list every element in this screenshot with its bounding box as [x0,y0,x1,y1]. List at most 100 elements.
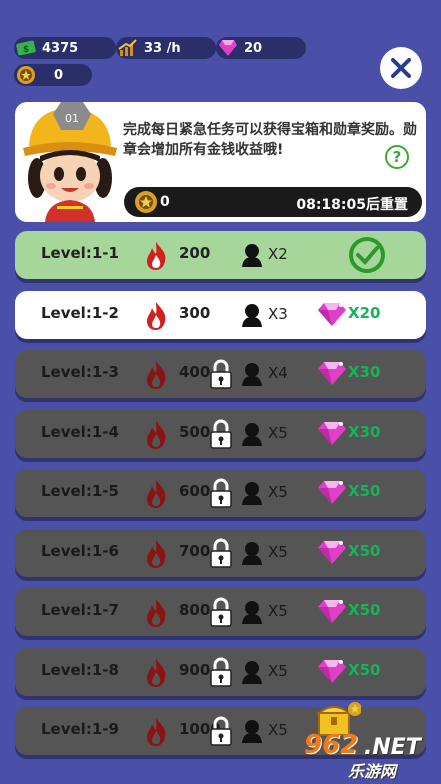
gem-icon [317,301,347,331]
income-counter: 33 /h [116,37,216,59]
level-multiplier: X5 [268,483,288,501]
level-multiplier: X5 [268,721,288,739]
level-multiplier: X5 [268,542,288,561]
person-icon [241,362,263,390]
level-row: Level:1-5 600 X5 X50 [15,469,426,517]
person-icon [241,303,263,331]
lock-icon [209,359,233,393]
person-icon [241,541,263,569]
level-multiplier: X5 [268,602,288,620]
lock-icon [209,597,233,631]
gem-icon [218,38,238,58]
medal-count: 0 [160,194,170,210]
level-row: Level:1-6 700 X5 X50 [15,528,426,577]
level-reward: X30 [348,422,381,441]
level-label: Level:1-2 [41,303,119,322]
gem-icon [317,420,347,450]
level-cost: 900 [179,660,211,679]
close-icon [391,58,411,78]
watermark-suffix: .NET [364,735,421,760]
gem-icon [317,598,347,628]
reset-countdown: 08:18:05后重置 [296,197,408,213]
level-cost: 500 [179,422,211,441]
medal-value: 0 [54,67,64,83]
flame-icon [143,301,169,335]
person-icon [241,481,263,509]
level-reward: X50 [348,660,381,679]
person-icon [241,660,263,688]
level-reward: X50 [348,601,381,619]
income-value: 33 /h [144,40,181,56]
lock-icon [209,478,233,512]
help-button[interactable]: ? [385,145,409,169]
lock-icon [209,657,233,691]
income-chart-icon [118,38,138,58]
level-label: Level:1-5 [41,482,119,500]
level-row: Level:1-7 800 X5 X50 [15,588,426,636]
cash-icon: $ [16,38,36,58]
level-multiplier: X3 [268,304,288,323]
flame-icon [143,658,169,692]
level-label: Level:1-8 [41,660,119,679]
cash-counter: $ 4375 [14,37,116,59]
level-cost: 200 [179,244,211,262]
level-row: Level:1-8 900 X5 X50 [15,647,426,696]
person-icon [241,719,263,747]
level-multiplier: X5 [268,423,288,442]
gem-icon [317,479,347,509]
level-label: Level:1-4 [41,422,119,441]
firefighter-avatar: 01 [23,102,117,222]
gem-icon [317,539,347,569]
level-cost: 700 [179,541,211,560]
level-label: Level:1-1 [41,244,119,262]
site-watermark: 962 .NET 乐游网 [304,730,436,781]
person-icon [241,600,263,628]
flame-icon [143,717,169,751]
medal-counter: 0 [14,64,92,86]
level-row: Level:1-3 400 X4 X30 [15,350,426,398]
level-reward: X20 [348,303,381,322]
reset-timer-bar: 0 08:18:05后重置 [124,187,422,217]
level-reward: X50 [348,482,381,500]
gem-value: 20 [244,40,263,56]
level-label: Level:1-3 [41,363,119,381]
level-cost: 800 [179,601,211,619]
gem-counter: 20 [216,37,306,59]
help-icon: ? [392,148,402,166]
medal-icon [134,190,158,218]
level-cost: 300 [179,303,211,322]
flame-icon [143,241,169,275]
level-multiplier: X4 [268,364,288,382]
medal-icon [16,65,36,85]
flame-icon [143,479,169,513]
person-icon [241,243,263,271]
level-label: Level:1-6 [41,541,119,560]
level-row: Level:1-4 500 X5 X30 [15,409,426,458]
flame-icon [143,420,169,454]
level-cost: 400 [179,363,211,381]
lock-icon [209,716,233,750]
flame-icon [143,598,169,632]
lock-icon [209,419,233,453]
level-row[interactable]: Level:1-2 300 X3 X20 [15,290,426,339]
level-reward: X50 [348,541,381,560]
level-reward: X30 [348,363,381,381]
task-description: 完成每日紧急任务可以获得宝箱和勋章奖励。勋章会增加所有金钱收益哦! [123,122,417,158]
flame-icon [143,360,169,394]
watermark-number: 962 [304,730,359,760]
flame-icon [143,539,169,573]
svg-text:01: 01 [65,112,79,125]
check-icon [348,236,386,278]
level-multiplier: X5 [268,661,288,680]
cash-value: 4375 [42,40,79,56]
watermark-chinese: 乐游网 [348,762,397,781]
close-button[interactable] [380,47,422,89]
svg-text:$: $ [23,45,29,55]
lock-icon [209,538,233,572]
gem-icon [317,658,347,688]
level-label: Level:1-7 [41,601,119,619]
level-cost: 600 [179,482,211,500]
level-row[interactable]: Level:1-1 200 X2 [15,231,426,279]
gem-icon [317,360,347,390]
person-icon [241,422,263,450]
